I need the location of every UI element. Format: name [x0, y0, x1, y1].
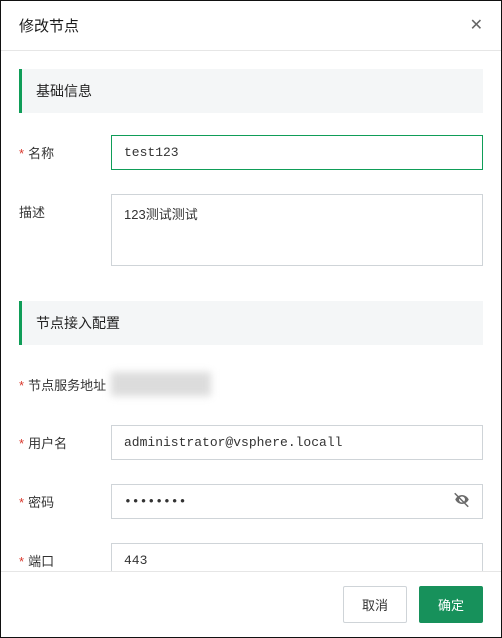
- label-desc: 描述: [19, 194, 111, 221]
- cancel-button[interactable]: 取消: [343, 586, 407, 623]
- section-basic-header: 基础信息: [19, 69, 483, 113]
- port-input[interactable]: [111, 543, 483, 571]
- password-input[interactable]: [111, 484, 483, 519]
- row-username: *用户名: [19, 425, 483, 460]
- label-username: *用户名: [19, 425, 111, 452]
- modal-footer: 取消 确定: [1, 571, 501, 637]
- section-access-header: 节点接入配置: [19, 301, 483, 345]
- name-input[interactable]: [111, 135, 483, 170]
- row-password: *密码: [19, 484, 483, 519]
- service-addr-value: [111, 372, 211, 396]
- username-input[interactable]: [111, 425, 483, 460]
- label-port: *端口: [19, 543, 111, 570]
- close-icon: ✕: [470, 17, 483, 34]
- modal-body: 基础信息 *名称 描述 节点接入配置 *节点服务地址 *用户名: [1, 51, 501, 571]
- edit-node-modal: 修改节点 ✕ 基础信息 *名称 描述 节点接入配置 *节点服务地址: [0, 0, 502, 638]
- row-port: *端口: [19, 543, 483, 571]
- close-button[interactable]: ✕: [470, 18, 483, 34]
- row-service-addr: *节点服务地址: [19, 367, 483, 401]
- row-name: *名称: [19, 135, 483, 170]
- row-desc: 描述: [19, 194, 483, 271]
- desc-textarea[interactable]: [111, 194, 483, 266]
- modal-header: 修改节点 ✕: [1, 1, 501, 51]
- ok-button[interactable]: 确定: [419, 586, 483, 623]
- eye-off-icon[interactable]: [453, 490, 471, 513]
- label-service-addr: *节点服务地址: [19, 367, 111, 394]
- modal-title: 修改节点: [19, 15, 79, 36]
- label-name: *名称: [19, 135, 111, 162]
- label-password: *密码: [19, 484, 111, 511]
